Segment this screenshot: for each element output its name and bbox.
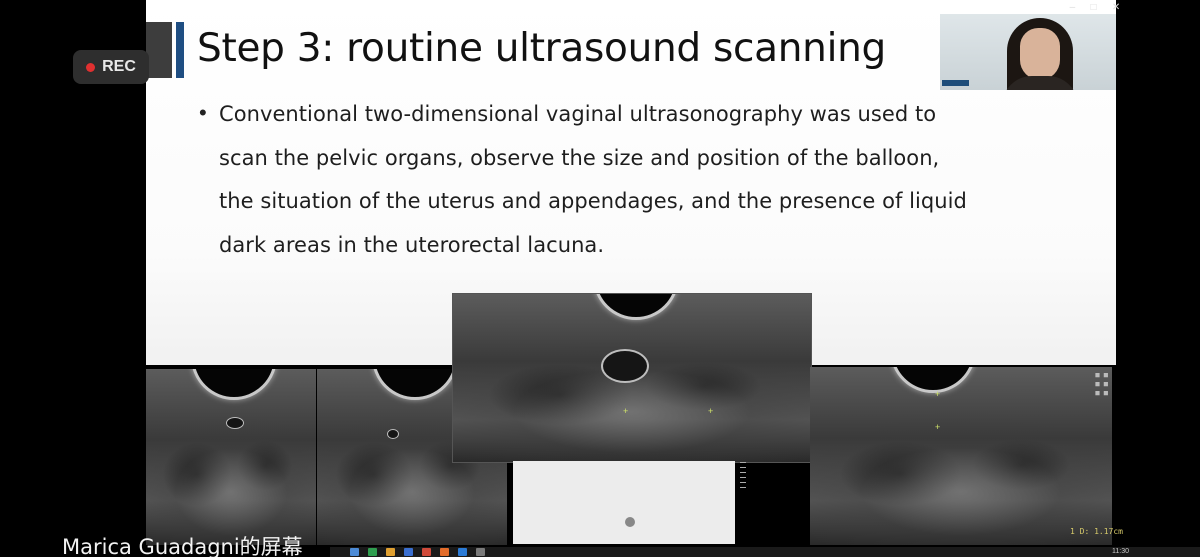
meeting-screen-share: Step 3: routine ultrasound scanning • Co…: [0, 0, 1200, 557]
scan-parameters: ■ ■ ■ ■ ■ ■: [1095, 371, 1108, 397]
balloon-echo: [601, 349, 649, 383]
recording-indicator[interactable]: REC: [73, 50, 149, 84]
maximize-icon[interactable]: □: [1091, 2, 1097, 13]
measurement-marker: +: [708, 406, 714, 416]
presenter-face: [1020, 28, 1060, 80]
window-controls: – □ ✕: [1062, 0, 1128, 14]
screen-share-presenter-label: Marica Guadagni的屏幕: [62, 535, 303, 557]
slide-title: Step 3: routine ultrasound scanning: [197, 26, 886, 71]
record-dot-icon: [86, 62, 96, 72]
bullet-marker: •: [199, 100, 207, 125]
taskbar-app-icon[interactable]: [386, 548, 395, 556]
ultrasound-image-main: + +: [452, 293, 812, 463]
follicle-cavity: [226, 417, 244, 429]
ultrasound-image-4: + + ■ ■ ■ ■ ■ ■: [810, 367, 1112, 545]
close-icon[interactable]: ✕: [1112, 2, 1120, 13]
measurement-marker: +: [935, 389, 941, 399]
taskbar-app-icon[interactable]: [458, 548, 467, 556]
transducer-arc: [372, 369, 458, 400]
title-accent-bar: [176, 22, 184, 78]
bullet-line: Conventional two-dimensional vaginal ult…: [219, 102, 937, 126]
participant-name-tag: [942, 80, 970, 86]
measurement-marker: +: [623, 406, 629, 416]
taskbar-app-icon[interactable]: [368, 548, 377, 556]
bullet-line: scan the pelvic organs, observe the size…: [219, 145, 940, 170]
ultrasound-image-1: [146, 369, 316, 545]
follicle-cavity: [387, 429, 399, 439]
taskbar-app-icon[interactable]: [422, 548, 431, 556]
measurement-readout: 1 D: 1.17cm: [1070, 527, 1123, 536]
bullet-line: the situation of the uterus and appendag…: [219, 189, 967, 213]
transducer-arc: [890, 367, 976, 393]
taskbar-app-icon[interactable]: [404, 548, 413, 556]
slide-bullet-text: Conventional two-dimensional vaginal ult…: [219, 93, 1099, 267]
taskbar-app-icon[interactable]: [476, 548, 485, 556]
taskbar-app-icon[interactable]: [350, 548, 359, 556]
bullet-line: dark areas in the uterorectal lacuna.: [219, 232, 605, 257]
measurement-marker: +: [935, 422, 941, 432]
title-decoration-block: [146, 22, 172, 78]
presenter-video-thumbnail[interactable]: [940, 14, 1116, 90]
transducer-arc: [593, 294, 679, 320]
depth-scale: [740, 462, 748, 502]
minimize-icon[interactable]: –: [1070, 2, 1076, 13]
transducer-arc: [191, 369, 277, 400]
placeholder-dot: [625, 517, 635, 527]
taskbar-app-icon[interactable]: [440, 548, 449, 556]
image-placeholder-panel: [513, 461, 735, 544]
taskbar-clock: 11:30: [1112, 548, 1129, 555]
recording-label: REC: [102, 58, 136, 75]
